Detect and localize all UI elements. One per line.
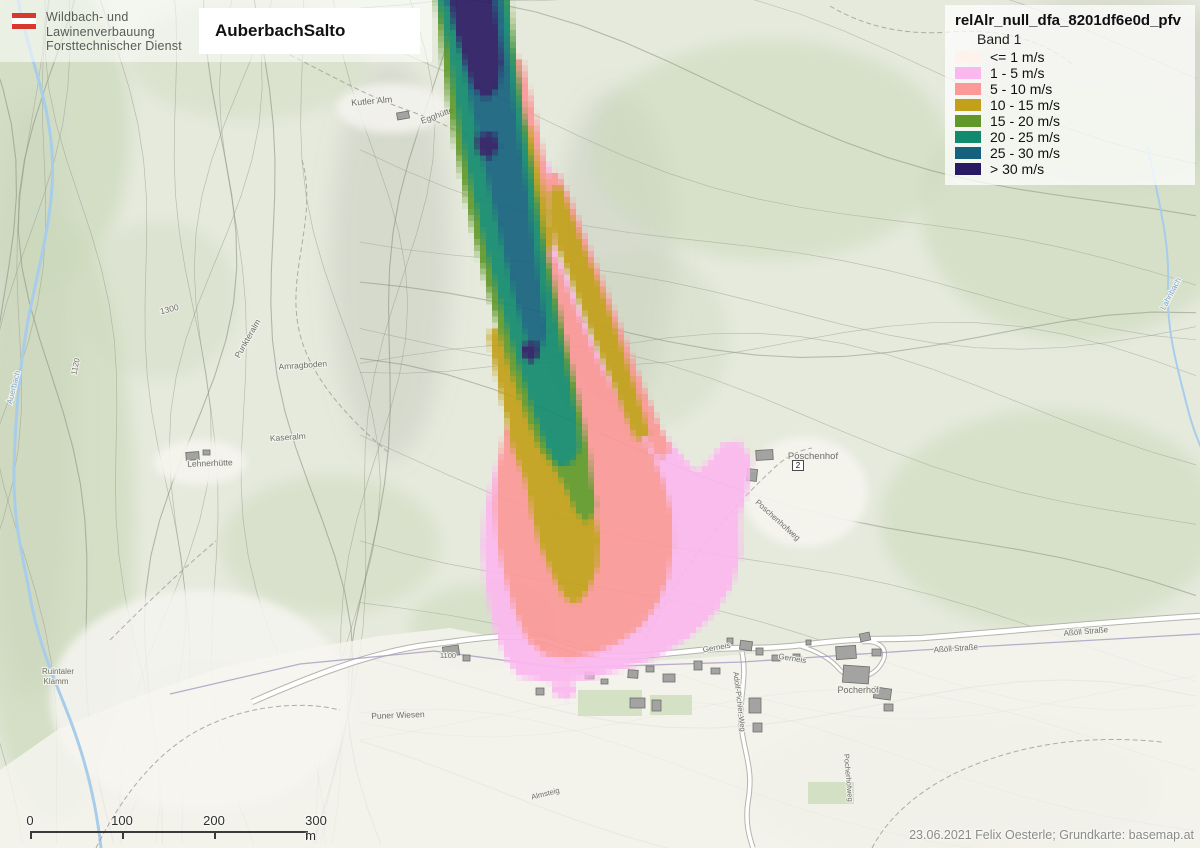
legend-item: 1 - 5 m/s bbox=[955, 65, 1187, 81]
legend-swatch bbox=[955, 147, 981, 159]
legend-item-label: 5 - 10 m/s bbox=[990, 81, 1052, 97]
scale-bar-tick bbox=[122, 831, 124, 839]
house-number-badge: 2 bbox=[792, 460, 804, 471]
legend-items: <= 1 m/s1 - 5 m/s5 - 10 m/s10 - 15 m/s15… bbox=[955, 49, 1187, 177]
legend-item: 25 - 30 m/s bbox=[955, 145, 1187, 161]
agency-line-3: Forsttechnischer Dienst bbox=[46, 39, 182, 54]
scale-bar-tick bbox=[214, 831, 216, 839]
legend-item-label: 1 - 5 m/s bbox=[990, 65, 1044, 81]
legend-item: <= 1 m/s bbox=[955, 49, 1187, 65]
legend-item: 5 - 10 m/s bbox=[955, 81, 1187, 97]
legend-band-label: Band 1 bbox=[977, 31, 1187, 47]
legend-item-label: 25 - 30 m/s bbox=[990, 145, 1060, 161]
legend-item: 10 - 15 m/s bbox=[955, 97, 1187, 113]
map-title: AuberbachSalto bbox=[199, 21, 345, 41]
legend-item: 20 - 25 m/s bbox=[955, 129, 1187, 145]
legend-item: > 30 m/s bbox=[955, 161, 1187, 177]
legend-swatch bbox=[955, 131, 981, 143]
scale-bar-tick bbox=[30, 831, 32, 839]
scale-bar-label: 200 bbox=[203, 813, 225, 828]
legend-swatch bbox=[955, 99, 981, 111]
scale-bar-label: 0 bbox=[26, 813, 33, 828]
map-title-box: AuberbachSalto bbox=[199, 8, 420, 54]
legend-swatch bbox=[955, 115, 981, 127]
agency-line-1: Wildbach- und bbox=[46, 10, 182, 25]
legend-swatch bbox=[955, 163, 981, 175]
legend-item-label: > 30 m/s bbox=[990, 161, 1044, 177]
scale-bar-label: 100 bbox=[111, 813, 133, 828]
legend-item-label: <= 1 m/s bbox=[990, 49, 1044, 65]
legend: relAlr_null_dfa_8201df6e0d_pfv Band 1 <=… bbox=[945, 5, 1195, 185]
austria-flag-icon bbox=[12, 13, 36, 29]
legend-item-label: 15 - 20 m/s bbox=[990, 113, 1060, 129]
legend-swatch bbox=[955, 67, 981, 79]
legend-item-label: 10 - 15 m/s bbox=[990, 97, 1060, 113]
scale-bar-label: 300 m bbox=[305, 813, 327, 843]
scale-bar-line bbox=[30, 831, 306, 833]
attribution: 23.06.2021 Felix Oesterle; Grundkarte: b… bbox=[909, 828, 1194, 842]
agency-name: Wildbach- und Lawinenverbauung Forsttech… bbox=[46, 10, 182, 54]
legend-item-label: 20 - 25 m/s bbox=[990, 129, 1060, 145]
legend-swatch bbox=[955, 83, 981, 95]
map-viewport: Kutler AlmEgghütte1300PunkteralmAmragbod… bbox=[0, 0, 1200, 848]
legend-item: 15 - 20 m/s bbox=[955, 113, 1187, 129]
legend-title: relAlr_null_dfa_8201df6e0d_pfv bbox=[955, 12, 1187, 29]
agency-line-2: Lawinenverbauung bbox=[46, 25, 182, 40]
agency-logo: Wildbach- und Lawinenverbauung Forsttech… bbox=[12, 10, 182, 54]
legend-swatch bbox=[955, 51, 981, 63]
